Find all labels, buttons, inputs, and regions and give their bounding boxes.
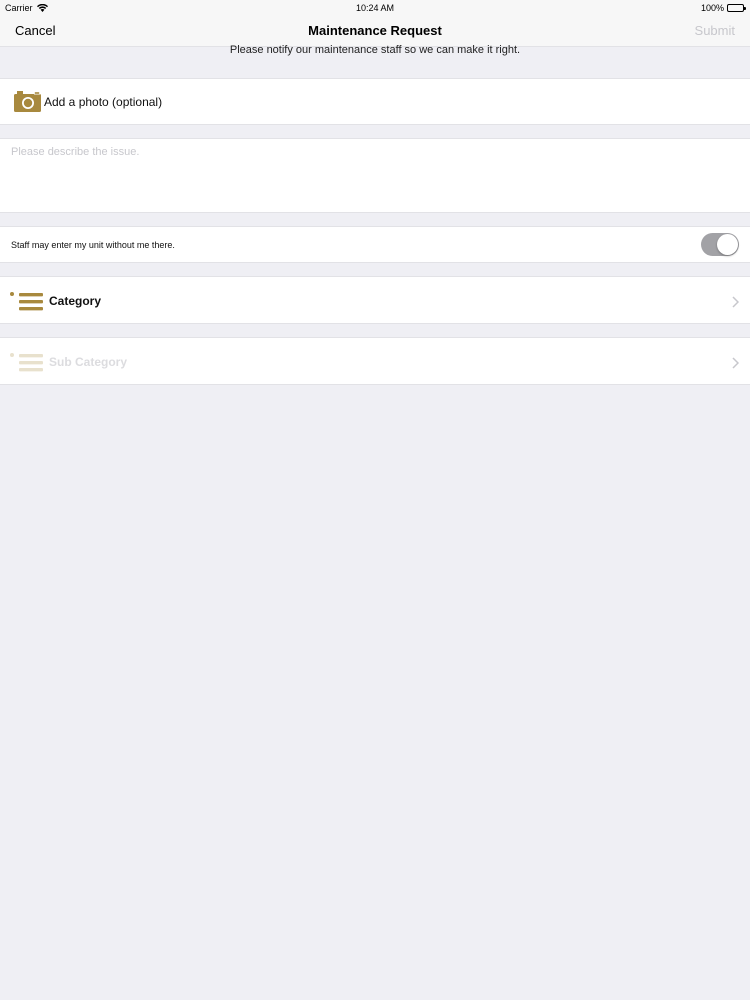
toggle-knob (717, 234, 738, 255)
battery-indicator: 100% (700, 3, 746, 13)
list-icon (10, 353, 44, 377)
sub-category-label: Sub Category (49, 355, 128, 369)
chevron-right-icon (732, 295, 740, 313)
sub-category-row[interactable]: Sub Category (0, 337, 750, 385)
list-icon (10, 292, 44, 316)
clock: 10:24 AM (355, 3, 395, 13)
chevron-right-icon (732, 356, 740, 374)
battery-icon (727, 4, 746, 12)
navigation-bar: Cancel Maintenance Request Submit (0, 16, 750, 47)
page-subtitle: Please notify our maintenance staff so w… (229, 44, 521, 56)
entry-permission-label: Staff may enter my unit without me there… (11, 240, 175, 250)
description-row (0, 138, 750, 213)
add-photo-row[interactable]: Add a photo (optional) (0, 78, 750, 125)
entry-permission-row: Staff may enter my unit without me there… (0, 226, 750, 263)
issue-description-field[interactable] (0, 139, 750, 212)
category-row[interactable]: Category (0, 276, 750, 324)
status-bar: Carrier 10:24 AM 100% (0, 0, 750, 16)
submit-button[interactable]: Submit (695, 23, 735, 38)
category-label: Category (49, 294, 102, 308)
battery-percent: 100% (700, 3, 724, 13)
entry-permission-toggle[interactable] (701, 233, 739, 256)
camera-icon (14, 91, 41, 117)
add-photo-label: Add a photo (optional) (44, 95, 163, 109)
page-title: Maintenance Request (308, 23, 442, 38)
